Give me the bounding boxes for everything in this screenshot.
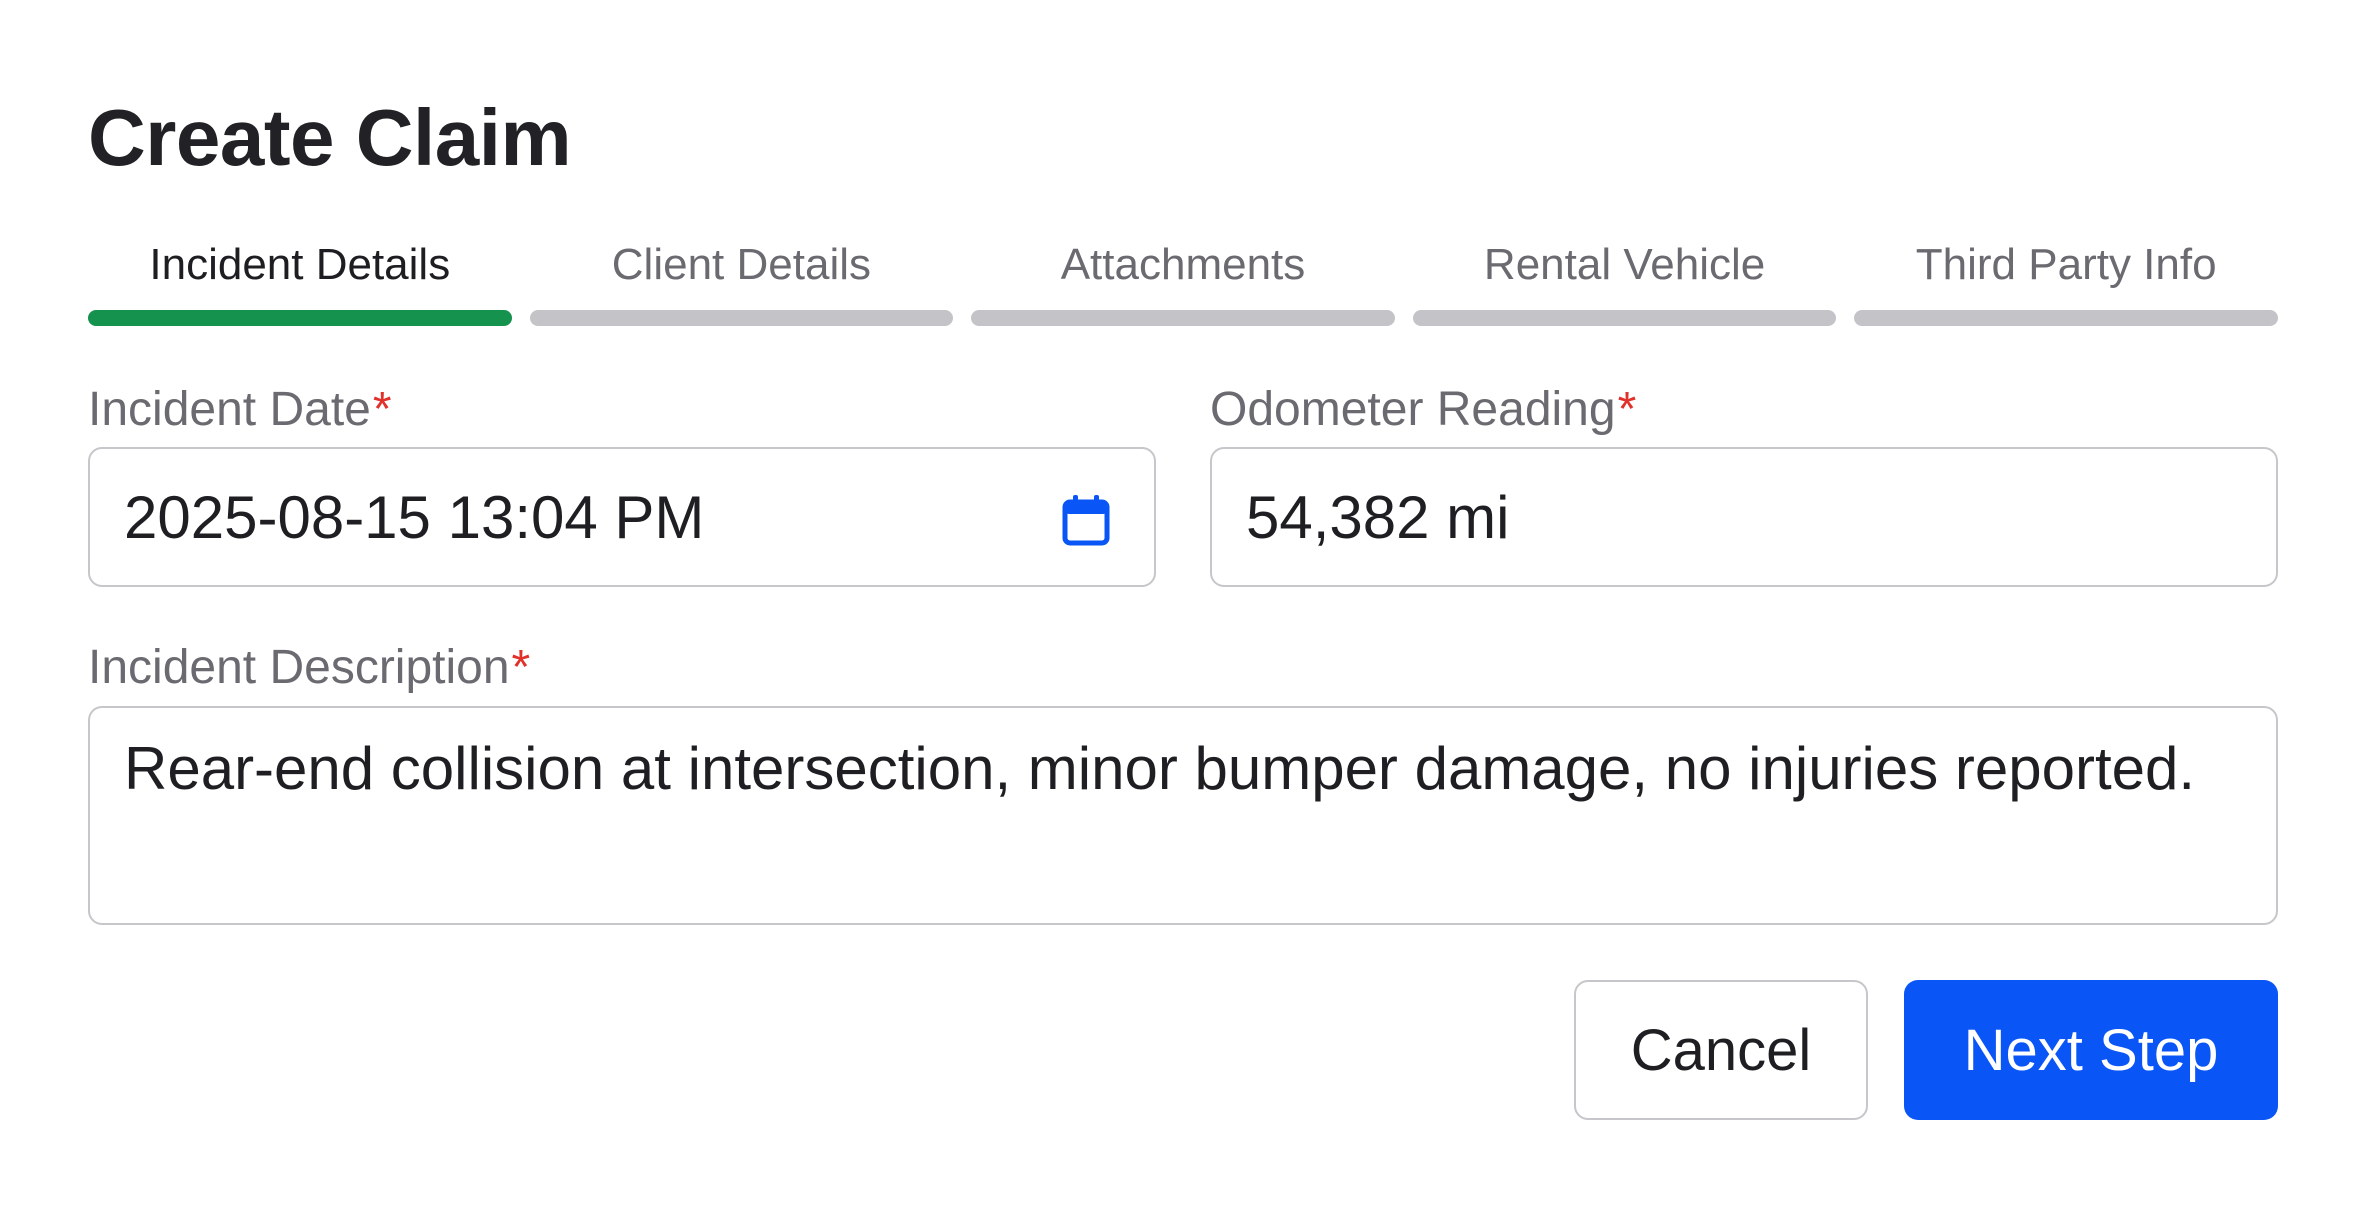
step-progress-bar — [529, 310, 954, 326]
incident-date-label: Incident Date* — [88, 380, 392, 440]
cancel-button[interactable]: Cancel — [1574, 980, 1868, 1120]
incident-description-textarea[interactable]: Rear-end collision at intersection, mino… — [88, 706, 2278, 925]
required-mark: * — [372, 383, 392, 436]
step-progress-bar — [1854, 310, 2278, 326]
step-progress-bar — [88, 310, 512, 326]
step-tab-client-details[interactable]: Client Details — [529, 234, 954, 326]
incident-description-label: Incident Description* — [88, 638, 530, 698]
odometer-value: 54,382 mi — [1246, 483, 1510, 551]
step-tabs: Incident Details Client Details Attachme… — [88, 234, 2278, 326]
calendar-icon[interactable] — [1062, 491, 1110, 546]
step-tab-third-party-info[interactable]: Third Party Info — [1854, 234, 2278, 326]
incident-date-value: 2025-08-15 13:04 PM — [124, 483, 705, 551]
step-label: Third Party Info — [1915, 240, 2217, 289]
step-label: Rental Vehicle — [1483, 240, 1766, 289]
step-tab-attachments[interactable]: Attachments — [971, 234, 1395, 326]
incident-description-value: Rear-end collision at intersection, mino… — [124, 735, 2196, 802]
create-claim-dialog: Create Claim Incident Details Client Det… — [0, 0, 2361, 1205]
dialog-title: Create Claim — [88, 93, 572, 182]
step-progress-bar — [1412, 310, 1837, 326]
required-mark: * — [1617, 383, 1637, 436]
step-label: Client Details — [611, 240, 871, 289]
incident-date-label-text: Incident Date — [88, 383, 371, 436]
step-tab-incident-details[interactable]: Incident Details — [88, 234, 512, 326]
next-step-button[interactable]: Next Step — [1904, 980, 2278, 1120]
step-tab-rental-vehicle[interactable]: Rental Vehicle — [1412, 234, 1837, 326]
step-label: Incident Details — [149, 240, 451, 289]
incident-description-label-text: Incident Description — [88, 641, 510, 694]
odometer-label: Odometer Reading* — [1210, 380, 1636, 440]
odometer-input[interactable]: 54,382 mi — [1210, 447, 2278, 587]
step-progress-bar — [971, 310, 1395, 326]
required-mark: * — [511, 641, 531, 694]
incident-date-input[interactable]: 2025-08-15 13:04 PM — [88, 447, 1156, 587]
step-label: Attachments — [1060, 240, 1306, 289]
odometer-label-text: Odometer Reading — [1210, 383, 1616, 436]
